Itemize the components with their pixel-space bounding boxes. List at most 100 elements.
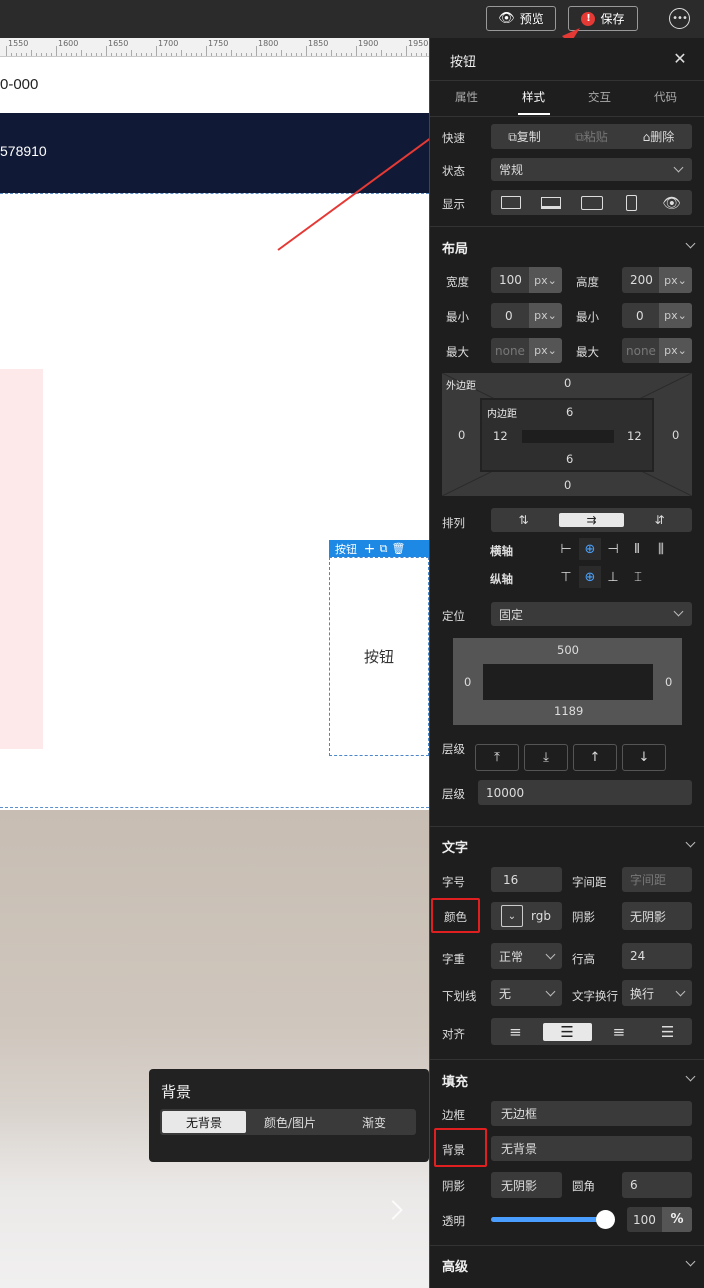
chevron-down-icon (545, 949, 556, 960)
align-left-icon[interactable]: ≡ (491, 1023, 540, 1041)
box-shadow-label: 阴影 (442, 1179, 465, 1193)
width-unit-select[interactable]: px ⌄ (529, 267, 562, 293)
tablet-icon[interactable] (571, 195, 611, 210)
max-width-value: none (495, 343, 525, 358)
align-right-icon[interactable]: ≡ (595, 1023, 644, 1041)
chevron-down-icon[interactable] (685, 238, 696, 249)
offset-left[interactable]: 0 (464, 675, 471, 689)
margin-left[interactable]: 0 (458, 428, 465, 442)
chevron-down-icon[interactable] (685, 1071, 696, 1082)
tab-interaction[interactable]: 交互 (588, 89, 611, 105)
min-width-label: 最小 (446, 310, 469, 324)
line-height-value: 24 (630, 949, 646, 963)
offset-right[interactable]: 0 (665, 675, 672, 689)
font-weight-select[interactable]: 正常 (491, 943, 562, 969)
margin-top[interactable]: 0 (564, 376, 571, 390)
paste-action[interactable]: ⧉粘贴 (558, 128, 625, 145)
padding-left[interactable]: 12 (493, 429, 508, 443)
opacity-slider-fill (491, 1217, 608, 1222)
opacity-unit-label: % (670, 1212, 684, 1227)
zlevel-label: 层级 (442, 742, 465, 756)
delete-action[interactable]: ⌂删除 (625, 128, 692, 145)
justify-center-icon[interactable]: ⊕ (579, 538, 601, 560)
send-backward-icon[interactable]: ⤓ (524, 744, 568, 771)
border-select[interactable]: 无边框 (491, 1101, 692, 1126)
max-height-unit[interactable]: px ⌄ (659, 338, 692, 363)
height-unit-select[interactable]: px ⌄ (659, 267, 692, 293)
tab-style[interactable]: 样式 (522, 89, 545, 105)
underline-select[interactable]: 无 (491, 980, 562, 1006)
arrange-column-icon[interactable]: ⇅ (491, 513, 556, 527)
align-stretch-icon[interactable]: ⌶ (627, 566, 649, 588)
align-middle-icon[interactable]: ⊕ (579, 566, 601, 588)
padding-bottom[interactable]: 6 (566, 452, 573, 466)
text-shadow-select[interactable]: 无阴影 (622, 902, 692, 930)
mobile-icon[interactable] (612, 194, 652, 211)
display-label: 显示 (442, 197, 465, 211)
offset-top[interactable]: 500 (557, 643, 579, 657)
box-shadow-select[interactable]: 无阴影 (491, 1172, 562, 1198)
align-bottom-icon[interactable]: ⊥ (603, 566, 623, 588)
zindex-input[interactable]: 10000 (478, 780, 692, 805)
option-gradient[interactable]: 渐变 (332, 1109, 416, 1135)
padding-right[interactable]: 12 (627, 429, 642, 443)
radius-value: 6 (630, 1178, 638, 1192)
bring-forward-icon[interactable]: ⤒ (475, 744, 519, 771)
arrange-row-icon[interactable]: ⇉ (559, 513, 624, 527)
margin-right[interactable]: 0 (672, 428, 679, 442)
align-center-icon[interactable]: ☰ (542, 1022, 592, 1041)
desktop-icon[interactable] (491, 196, 531, 209)
chevron-down-icon[interactable] (685, 837, 696, 848)
option-color-image[interactable]: 颜色/图片 (248, 1109, 332, 1135)
max-width-unit[interactable]: px ⌄ (529, 338, 562, 363)
popup-title: 背景 (161, 1083, 192, 1101)
option-no-background[interactable]: 无背景 (162, 1111, 246, 1133)
tab-code[interactable]: 代码 (654, 89, 677, 105)
border-value: 无边框 (501, 1107, 538, 1121)
font-size-input[interactable]: 16 (491, 867, 562, 892)
text-shadow-value: 无阴影 (630, 909, 667, 924)
fill-section-title: 填充 (442, 1075, 469, 1090)
justify-start-icon[interactable]: ⊢ (556, 538, 576, 560)
radius-input[interactable]: 6 (622, 1172, 692, 1198)
bring-to-front-icon[interactable]: ↑ (573, 744, 617, 771)
underline-value: 无 (499, 986, 512, 1001)
background-popup: 背景 无背景 颜色/图片 渐变 (149, 1069, 429, 1162)
max-height-value: none (626, 343, 656, 358)
align-top-icon[interactable]: ⊤ (556, 566, 576, 588)
opacity-slider-track[interactable] (491, 1210, 615, 1229)
eye-icon[interactable]: 👁 (652, 194, 692, 212)
chevron-down-icon[interactable] (685, 1256, 696, 1267)
min-height-unit[interactable]: px ⌄ (659, 303, 692, 328)
position-select[interactable]: 固定 (491, 602, 692, 626)
min-width-unit[interactable]: px ⌄ (529, 303, 562, 328)
offset-bottom[interactable]: 1189 (554, 704, 583, 718)
color-swatch[interactable]: ⌄ (501, 905, 523, 927)
padding-top[interactable]: 6 (566, 405, 573, 419)
opacity-slider-handle[interactable] (596, 1210, 615, 1229)
position-label: 定位 (442, 609, 465, 623)
line-height-input[interactable]: 24 (622, 943, 692, 969)
close-icon[interactable]: ✕ (673, 49, 687, 68)
margin-bottom[interactable]: 0 (564, 478, 571, 492)
min-height-unit-label: px (664, 309, 678, 322)
text-wrap-select[interactable]: 换行 (622, 980, 692, 1006)
background-select[interactable]: 无背景 (491, 1136, 692, 1161)
height-value: 200 (630, 273, 653, 287)
width-value: 100 (499, 273, 522, 287)
justify-between-icon[interactable]: ⫴ (627, 538, 647, 560)
state-select[interactable]: 常规 (491, 158, 692, 181)
max-height-unit-label: px (664, 344, 678, 357)
arrange-reverse-icon[interactable]: ⇵ (627, 513, 692, 527)
laptop-icon[interactable] (531, 196, 571, 209)
align-justify-icon[interactable]: ☰ (643, 1023, 692, 1041)
display-devices: 👁 (491, 190, 692, 215)
justify-around-icon[interactable]: ⫼ (650, 538, 672, 560)
background-value: 无背景 (501, 1142, 538, 1156)
send-to-back-icon[interactable]: ↓ (622, 744, 666, 771)
justify-end-icon[interactable]: ⊣ (603, 538, 623, 560)
tab-properties[interactable]: 属性 (455, 89, 478, 105)
copy-action[interactable]: ⧉复制 (491, 128, 558, 145)
text-color-picker[interactable]: ⌄ rgb (491, 902, 562, 930)
letter-spacing-input[interactable]: 字间距 (622, 867, 692, 892)
